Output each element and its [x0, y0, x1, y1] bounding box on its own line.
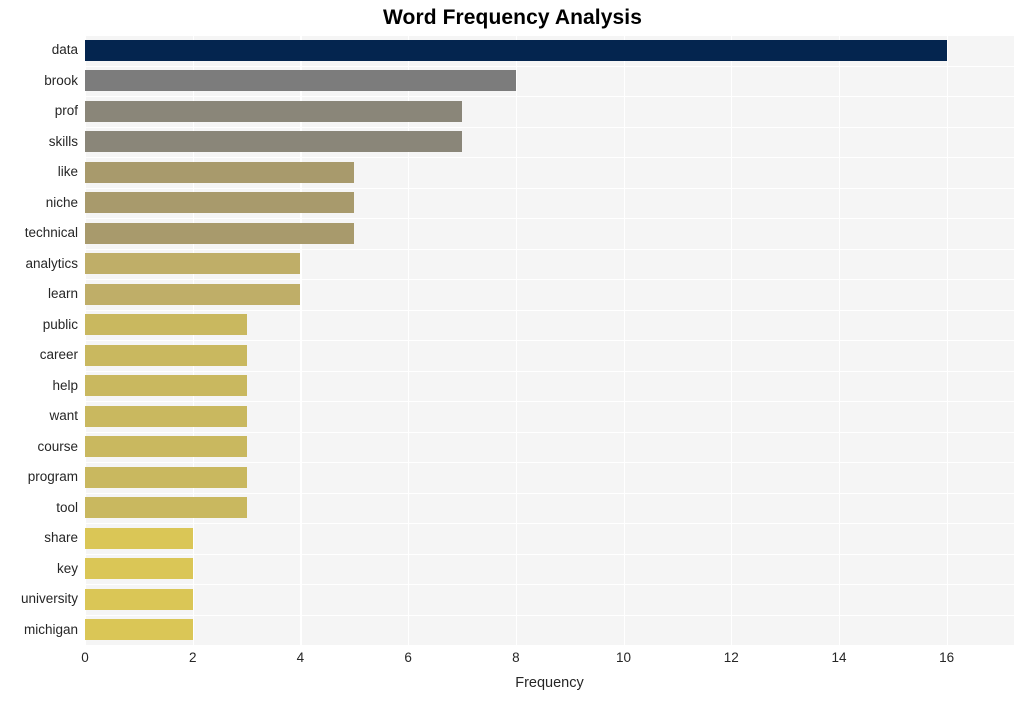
y-tick-label-brook: brook [0, 74, 78, 88]
chart-figure: Word Frequency Analysis data brook prof ski… [0, 0, 1025, 701]
bar-like[interactable] [85, 162, 354, 183]
y-tick-label-technical: technical [0, 226, 78, 240]
x-tick-label-4: 4 [297, 650, 305, 665]
bar-public[interactable] [85, 314, 247, 335]
y-tick-label-key: key [0, 562, 78, 576]
bar-skills[interactable] [85, 131, 462, 152]
y-tick-label-niche: niche [0, 196, 78, 210]
bar-prof[interactable] [85, 101, 462, 122]
bar-technical[interactable] [85, 223, 354, 244]
y-tick-label-skills: skills [0, 135, 78, 149]
x-tick-label-8: 8 [512, 650, 520, 665]
x-tick-label-0: 0 [81, 650, 89, 665]
x-tick-label-10: 10 [616, 650, 631, 665]
y-tick-label-learn: learn [0, 287, 78, 301]
x-axis-tick-labels: 0 2 4 6 8 10 12 14 16 [0, 650, 1025, 672]
y-tick-label-program: program [0, 470, 78, 484]
bar-key[interactable] [85, 558, 193, 579]
y-tick-label-help: help [0, 379, 78, 393]
gridline-horizontal [85, 645, 1014, 646]
bar-data[interactable] [85, 40, 947, 61]
bar-niche[interactable] [85, 192, 354, 213]
y-tick-label-data: data [0, 43, 78, 57]
bar-want[interactable] [85, 406, 247, 427]
bar-university[interactable] [85, 589, 193, 610]
y-axis-tick-labels: data brook prof skills like niche technical ana… [0, 35, 78, 645]
y-tick-label-course: course [0, 440, 78, 454]
plot-area [85, 35, 1014, 645]
bar-help[interactable] [85, 375, 247, 396]
y-tick-label-want: want [0, 409, 78, 423]
x-tick-label-2: 2 [189, 650, 197, 665]
bar-michigan[interactable] [85, 619, 193, 640]
y-tick-label-tool: tool [0, 501, 78, 515]
bar-analytics[interactable] [85, 253, 300, 274]
y-tick-label-prof: prof [0, 104, 78, 118]
x-tick-label-16: 16 [939, 650, 954, 665]
chart-title: Word Frequency Analysis [0, 6, 1025, 30]
y-tick-label-career: career [0, 348, 78, 362]
y-tick-label-university: university [0, 592, 78, 606]
bar-course[interactable] [85, 436, 247, 457]
y-tick-label-share: share [0, 531, 78, 545]
y-tick-label-like: like [0, 165, 78, 179]
x-tick-label-14: 14 [831, 650, 846, 665]
x-tick-label-6: 6 [404, 650, 412, 665]
bar-brook[interactable] [85, 70, 516, 91]
x-axis-title: Frequency [85, 675, 1014, 691]
bar-tool[interactable] [85, 497, 247, 518]
y-tick-label-public: public [0, 318, 78, 332]
x-tick-label-12: 12 [724, 650, 739, 665]
y-tick-label-analytics: analytics [0, 257, 78, 271]
bar-learn[interactable] [85, 284, 300, 305]
bar-share[interactable] [85, 528, 193, 549]
bars-layer [85, 35, 1014, 645]
bar-program[interactable] [85, 467, 247, 488]
bar-career[interactable] [85, 345, 247, 366]
y-tick-label-michigan: michigan [0, 623, 78, 637]
